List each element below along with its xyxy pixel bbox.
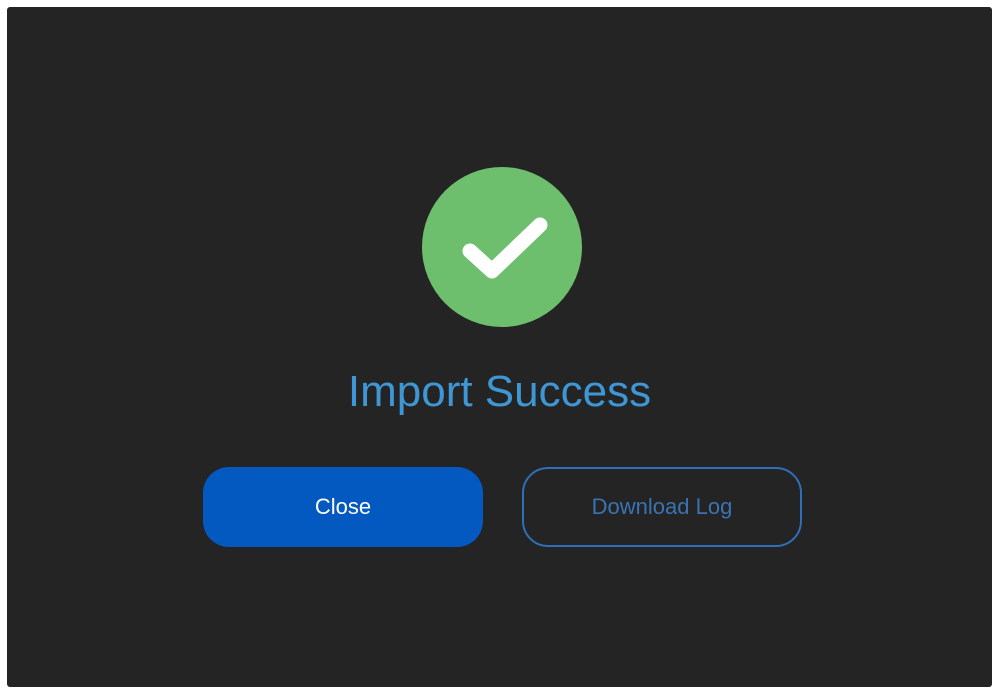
download-log-button[interactable]: Download Log (522, 467, 802, 547)
close-button[interactable]: Close (203, 467, 483, 547)
import-result-dialog: Import Success Close Download Log (7, 7, 992, 687)
success-checkmark-icon (422, 167, 582, 327)
dialog-title: Import Success (347, 367, 652, 416)
